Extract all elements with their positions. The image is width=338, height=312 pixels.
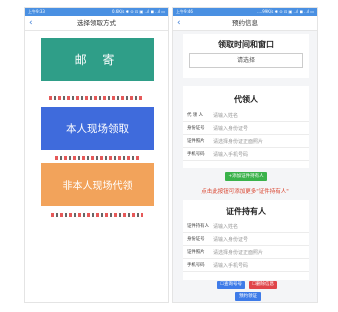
submit-appointment-button[interactable]: 预约领证	[235, 292, 261, 301]
form-row[interactable]: 证件持有人 请输入姓名	[183, 220, 309, 233]
field-label: 手机号码	[187, 263, 205, 268]
form-row[interactable]: 手机号码 请输入手机号码	[183, 259, 309, 272]
delete-info-button[interactable]: ☐删除信息	[249, 281, 277, 289]
status-bar: 上午9:33 0.6K/s ✱ ⊙ ⊡ ▣ ..ıl ◼ ..ıl ▭	[25, 8, 168, 16]
form-row[interactable]: 身份证号 请输入身份证号	[183, 122, 309, 135]
form-row[interactable]: 证件照片 请选择身份证正面照片	[183, 246, 309, 259]
field-label: 手机号码	[187, 152, 205, 157]
form-row[interactable]: 代 领 人 请输入姓名	[183, 109, 309, 122]
status-icons: 0.6K/s ✱ ⊙ ⊡ ▣ ..ıl ◼ ..ıl ▭	[111, 9, 165, 14]
page-title: 预约信息	[232, 19, 258, 27]
agent-phone-input[interactable]: 请输入手机号码	[213, 151, 248, 158]
page-title: 选择领取方式	[77, 19, 116, 27]
nav-bar: ‹ 预约信息	[173, 16, 317, 31]
field-label: 身份证号	[187, 126, 205, 131]
redacted-text	[55, 156, 139, 160]
query-button[interactable]: ☐查询号号	[217, 281, 245, 289]
add-holder-button[interactable]: +添加证件持有人	[225, 172, 267, 181]
mail-option-button[interactable]: 邮 寄	[41, 38, 154, 81]
status-icons: ....99K/s ✱ ⊙ ⊡ ▣ ..ıl ◼ ..ıl ▭	[257, 9, 314, 14]
time-window-select[interactable]: 请选择	[189, 53, 303, 68]
holder-photo-picker[interactable]: 请选择身份证正面照片	[213, 249, 263, 256]
holder-id-input[interactable]: 请输入身份证号	[213, 236, 248, 243]
agent-name-input[interactable]: 请输入姓名	[213, 112, 238, 119]
status-bar: 上午9:46 ....99K/s ✱ ⊙ ⊡ ▣ ..ıl ◼ ..ıl ▭	[173, 8, 317, 16]
form-row[interactable]: 手机号码 请输入手机号码	[183, 148, 309, 161]
field-label: 证件照片	[187, 250, 205, 255]
holder-title: 证件持有人	[226, 207, 266, 216]
self-pickup-button[interactable]: 本人现场领取	[41, 107, 154, 150]
holder-name-input[interactable]: 请输入姓名	[213, 223, 238, 230]
status-time: 上午9:46	[176, 9, 193, 14]
agent-title: 代领人	[234, 95, 258, 104]
field-label: 证件持有人	[187, 224, 209, 229]
field-label: 代 领 人	[187, 113, 203, 118]
time-window-title: 领取时间和窗口	[218, 40, 274, 49]
agent-card: 代领人 代 领 人 请输入姓名 身份证号 请输入身份证号 证件照片 请选择身份证…	[183, 86, 309, 168]
form-row[interactable]: 身份证号 请输入身份证号	[183, 233, 309, 246]
agent-id-input[interactable]: 请输入身份证号	[213, 125, 248, 132]
left-phone-screen: 上午9:33 0.6K/s ✱ ⊙ ⊡ ▣ ..ıl ◼ ..ıl ▭ ‹ 选择…	[24, 7, 169, 303]
status-time: 上午9:33	[28, 9, 45, 14]
field-label: 证件照片	[187, 139, 205, 144]
agent-pickup-button[interactable]: 非本人现场代领	[41, 163, 154, 206]
right-phone-screen: 上午9:46 ....99K/s ✱ ⊙ ⊡ ▣ ..ıl ◼ ..ıl ▭ ‹…	[172, 7, 318, 303]
holder-card: 证件持有人 证件持有人 请输入姓名 身份证号 请输入身份证号 证件照片 请选择身…	[183, 200, 309, 280]
agent-photo-picker[interactable]: 请选择身份证正面照片	[213, 138, 263, 145]
redacted-text	[51, 213, 143, 217]
holder-phone-input[interactable]: 请输入手机号码	[213, 262, 248, 269]
screenshot-stage: 上午9:33 0.6K/s ✱ ⊙ ⊡ ▣ ..ıl ◼ ..ıl ▭ ‹ 选择…	[0, 0, 338, 312]
field-label: 身份证号	[187, 237, 205, 242]
nav-bar: ‹ 选择领取方式	[25, 16, 168, 31]
time-window-card: 领取时间和窗口 请选择	[183, 34, 309, 78]
form-row[interactable]: 证件照片 请选择身份证正面照片	[183, 135, 309, 148]
add-holder-hint: 点击此按钮可添加更多"证件持有人"	[201, 189, 289, 195]
redacted-text	[49, 96, 143, 100]
